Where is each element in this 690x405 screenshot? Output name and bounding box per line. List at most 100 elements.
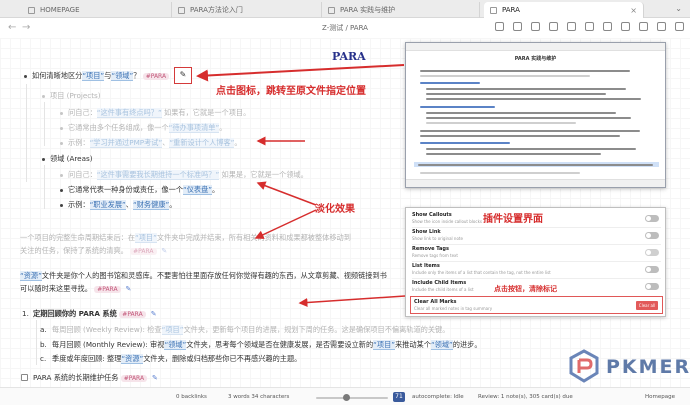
clear-all-button[interactable]: Clear all xyxy=(636,301,658,310)
internal-link[interactable]: “重新设计个人博客” xyxy=(169,138,235,148)
include-child-items-toggle[interactable] xyxy=(645,283,659,290)
document-icon[interactable] xyxy=(549,22,558,31)
columns-icon[interactable] xyxy=(531,22,540,31)
toolbar: ← → Z-测试 / PARA xyxy=(0,18,690,38)
show-callouts-toggle[interactable] xyxy=(645,215,659,222)
paragraph: 一个项目的完整生命周期结束后：在“项目”文件夹中完成并结束，所有相关的资料和成果… xyxy=(20,233,351,243)
tag[interactable]: #PARA xyxy=(119,311,146,318)
tab-para[interactable]: PARA × xyxy=(484,2,644,18)
ordered-item: 季度或年度回顾: 整理“资源”文件夹，删除或归档那些你已不再感兴趣的主题。 xyxy=(52,354,302,364)
internal-link[interactable]: “项目” xyxy=(82,71,105,81)
tag[interactable]: #PARA xyxy=(142,73,170,80)
zoom-slider[interactable] xyxy=(316,397,388,399)
list-item: 项目 (Projects) xyxy=(50,91,101,100)
preview-line xyxy=(426,98,641,100)
jump-to-source-icon[interactable]: ✎ xyxy=(123,285,134,293)
backlinks-count[interactable]: 0 backlinks xyxy=(176,394,207,400)
list-item: 示例：“职业发展”、“财务健康”。 xyxy=(68,200,177,210)
more-icon[interactable] xyxy=(675,22,684,31)
ordered-item: 每月回顾 (Monthly Review): 审视“领域”文件夹，思考每个领域是… xyxy=(52,340,482,350)
jump-to-source-icon[interactable]: ✎ xyxy=(174,67,192,84)
preview-line xyxy=(420,130,640,132)
internal-link[interactable]: “待办事项清单” xyxy=(168,123,220,133)
tag[interactable]: #PARA xyxy=(120,375,148,382)
task-checkbox[interactable] xyxy=(21,374,28,381)
preview-statusbar xyxy=(406,179,665,187)
annotation-jump: 点击图标，跳转至原文件指定位置 xyxy=(216,86,366,97)
internal-link[interactable]: “领域” xyxy=(430,340,453,350)
undo-icon[interactable] xyxy=(495,22,504,31)
note-preview-panel[interactable]: PARA 实践与维护 xyxy=(405,42,666,188)
indent-guide xyxy=(44,165,45,209)
tab-para-intro[interactable]: PARA方法论入门 xyxy=(172,2,322,18)
tab-label: PARA xyxy=(502,6,520,14)
internal-link[interactable]: “职业发展” xyxy=(89,200,126,210)
ordered-letter: b. xyxy=(40,340,47,349)
ordered-item: 定期回顾你的 PARA 系统 #PARA ✎ xyxy=(33,309,159,319)
preview-line xyxy=(420,172,580,174)
internal-link[interactable]: “领域” xyxy=(111,71,134,81)
preview-line xyxy=(420,82,480,84)
list-bullet xyxy=(60,189,63,192)
indent-guide xyxy=(44,102,45,146)
zoom-slider-knob[interactable] xyxy=(343,394,350,401)
internal-link[interactable]: “资源” xyxy=(121,354,144,364)
paragraph: “资源”文件夹是你个人的图书馆和灵感库。不要害怕往里面存放任何你觉得有趣的东西，… xyxy=(20,271,387,281)
remove-tags-toggle[interactable] xyxy=(645,249,659,256)
internal-link[interactable]: “这件事需要我长期维持一个标准吗？” xyxy=(96,170,220,180)
preview-line xyxy=(426,153,601,155)
list-icon[interactable] xyxy=(567,22,576,31)
preview-line xyxy=(420,70,630,72)
list-bullet xyxy=(60,174,63,177)
internal-link[interactable]: “财务健康” xyxy=(132,200,170,210)
internal-link[interactable]: “项目” xyxy=(373,340,395,350)
jump-to-source-icon[interactable]: ✎ xyxy=(148,310,159,318)
jump-to-source-icon[interactable]: ✎ xyxy=(149,374,160,382)
internal-link[interactable]: “这件事有终点吗？” xyxy=(96,108,162,118)
book-icon[interactable] xyxy=(513,22,522,31)
file-icon xyxy=(178,6,185,14)
list-item: 领域 (Areas) xyxy=(50,154,93,163)
tab-homepage[interactable]: HOMEPAGE xyxy=(22,2,172,18)
tab-label: HOMEPAGE xyxy=(40,6,80,14)
review-status[interactable]: Review: 1 note(s), 305 card(s) due xyxy=(478,394,573,400)
internal-link[interactable]: “项目” xyxy=(161,325,184,335)
preview-line xyxy=(420,75,590,77)
annotation-title: PARA xyxy=(332,50,366,63)
annotation-clear: 点击按钮，清除标记 xyxy=(494,285,557,293)
tab-para-practice[interactable]: PARA 实践与维护 xyxy=(322,2,480,18)
list-bullet xyxy=(24,75,27,78)
list-item: 问自己：“这件事需要我长期维持一个标准吗？” 如果是，它就是一个领域。 xyxy=(68,170,308,180)
zoom-level[interactable]: 71 xyxy=(393,392,405,402)
homepage-link[interactable]: Homepage xyxy=(645,394,675,400)
internal-link[interactable]: “领域” xyxy=(164,340,187,350)
list-item: 问自己：“这件事有终点吗？” 如果有，它就是一个项目。 xyxy=(68,108,251,118)
tag[interactable]: #PARA xyxy=(130,248,157,255)
checklist-icon[interactable] xyxy=(603,22,612,31)
copy-icon[interactable] xyxy=(585,22,594,31)
preview-line xyxy=(420,142,510,144)
internal-link[interactable]: “项目” xyxy=(135,233,157,243)
close-icon[interactable]: × xyxy=(630,6,637,15)
internal-link[interactable]: “学习并通过PMP考试” xyxy=(89,138,163,148)
internal-link[interactable]: “资源” xyxy=(20,271,42,281)
ordered-letter: c. xyxy=(40,354,47,363)
tab-bar: HOMEPAGE PARA方法论入门 PARA 实践与维护 PARA × ⌄ xyxy=(0,0,690,18)
chevron-down-icon[interactable]: ⌄ xyxy=(675,4,682,13)
ordered-letter: a. xyxy=(40,325,47,334)
list-bullet xyxy=(42,95,45,98)
preview-line xyxy=(426,148,636,150)
preview-line xyxy=(426,112,616,114)
jump-to-source-icon[interactable]: ✎ xyxy=(159,247,170,255)
tab-label: PARA方法论入门 xyxy=(190,6,243,14)
setting-row: Remove Tags Remove tags from text xyxy=(412,245,661,262)
show-link-toggle[interactable] xyxy=(645,232,659,239)
tag[interactable]: #PARA xyxy=(94,286,121,293)
link-icon[interactable] xyxy=(657,22,666,31)
split-icon[interactable] xyxy=(639,22,648,31)
internal-link[interactable]: “仪表盘” xyxy=(183,185,213,195)
file-icon xyxy=(28,6,35,14)
edit-icon[interactable] xyxy=(621,22,630,31)
list-items-toggle[interactable] xyxy=(645,266,659,273)
file-icon xyxy=(328,6,335,14)
